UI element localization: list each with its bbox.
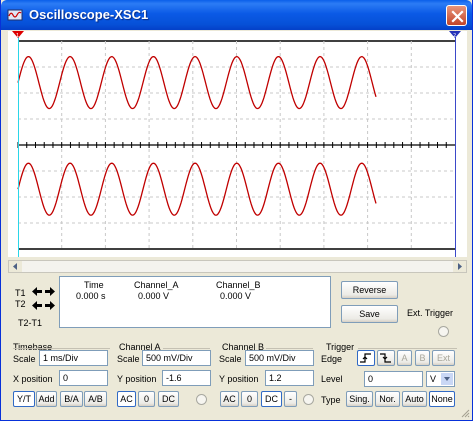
arrow-right-icon (458, 263, 462, 270)
scroll-right-button[interactable] (453, 261, 466, 272)
oscilloscope-window: Oscilloscope-XSC1 1 2 T1 T2 T2-T1 Time C… (0, 0, 473, 421)
trigger-type-normal-button[interactable]: Nor. (375, 391, 400, 407)
edge-label: Edge (321, 354, 343, 364)
t1-move-right-button[interactable] (44, 286, 56, 297)
t2-move-left-button[interactable] (31, 300, 43, 311)
readout-channel-a-value: 0.000 V (138, 291, 170, 301)
x-position-label: X position (13, 374, 53, 384)
channel-a-y-position-field[interactable]: -1.6 (162, 370, 211, 386)
readout-header-channel-b: Channel_B (216, 280, 261, 290)
reverse-button[interactable]: Reverse (341, 281, 398, 299)
t2-cursor-marker-icon[interactable]: 2 (449, 31, 461, 39)
close-button[interactable] (446, 5, 467, 26)
arrow-left-icon (13, 263, 17, 270)
trigger-level-unit-value: V (430, 374, 437, 384)
horizontal-scrollbar[interactable] (8, 260, 467, 273)
resize-grip-icon[interactable] (460, 408, 470, 418)
scope-screen[interactable]: 1 2 (8, 31, 467, 257)
trigger-type-none-button[interactable]: None (429, 391, 455, 407)
t1-cursor-marker-icon[interactable]: 1 (12, 31, 24, 39)
channel-b-scale-field[interactable]: 500 mV/Div (245, 350, 314, 366)
channel-a-y-position-label: Y position (117, 374, 157, 384)
channel-a-terminal[interactable] (196, 394, 207, 405)
chevron-down-icon (441, 373, 453, 385)
channel-b-y-position-label: Y position (219, 374, 259, 384)
arrow-left-icon (32, 301, 42, 310)
readout-header-channel-a: Channel_A (134, 280, 179, 290)
ext-trigger-terminal[interactable] (438, 326, 449, 337)
scope-display (17, 40, 455, 250)
t1-move-left-button[interactable] (31, 286, 43, 297)
arrow-right-icon (45, 287, 55, 296)
mode-ba-button[interactable]: B/A (60, 391, 83, 407)
ext-trigger-label: Ext. Trigger (407, 308, 454, 318)
channel-b-trace (17, 162, 377, 216)
trigger-source-ext-button[interactable]: Ext (432, 350, 455, 366)
trigger-title: Trigger (326, 342, 355, 352)
channel-a-zero-button[interactable]: 0 (138, 391, 155, 407)
channel-b-zero-button[interactable]: 0 (241, 391, 258, 407)
timebase-divider (13, 348, 110, 349)
channel-b-ac-button[interactable]: AC (220, 391, 239, 407)
title-bar[interactable]: Oscilloscope-XSC1 (1, 0, 472, 30)
save-button[interactable]: Save (341, 305, 398, 323)
mode-yt-button[interactable]: Y/T (13, 391, 35, 407)
channel-a-dc-button[interactable]: DC (158, 391, 179, 407)
mode-add-button[interactable]: Add (36, 391, 57, 407)
scroll-left-button[interactable] (9, 261, 22, 272)
svg-text:1: 1 (16, 33, 19, 39)
window-title: Oscilloscope-XSC1 (29, 7, 149, 22)
t1-label: T1 (15, 288, 26, 298)
channel-a-scale-field[interactable]: 500 mV/Div (142, 350, 211, 366)
timebase-scale-label: Scale (13, 354, 36, 364)
close-icon (451, 10, 464, 23)
cursor-t1-line[interactable] (18, 31, 19, 257)
trigger-source-b-button[interactable]: B (415, 350, 430, 366)
channel-b-divider (266, 348, 313, 349)
svg-text:2: 2 (453, 33, 456, 39)
channel-a-scale-label: Scale (117, 354, 140, 364)
channel-b-y-position-field[interactable]: 1.2 (265, 370, 314, 386)
readout-time-value: 0.000 s (76, 291, 106, 301)
x-position-field[interactable]: 0 (59, 370, 108, 386)
trigger-type-single-button[interactable]: Sing. (346, 391, 373, 407)
channel-a-trace (17, 55, 377, 110)
channel-a-divider (163, 348, 210, 349)
falling-edge-icon (380, 353, 391, 363)
readout-header-time: Time (84, 280, 104, 290)
level-label: Level (321, 374, 343, 384)
channel-b-invert-button[interactable]: - (284, 391, 297, 407)
cursor-readout: Time Channel_A Channel_B 0.000 s 0.000 V… (59, 276, 331, 328)
channel-b-dc-button[interactable]: DC (261, 391, 282, 407)
t2-label: T2 (15, 299, 26, 309)
rising-edge-icon (360, 353, 371, 363)
channel-a-ac-button[interactable]: AC (117, 391, 136, 407)
type-label: Type (321, 395, 341, 405)
trigger-type-auto-button[interactable]: Auto (402, 391, 427, 407)
arrow-left-icon (32, 287, 42, 296)
readout-channel-b-value: 0.000 V (220, 291, 252, 301)
t2-t1-label: T2-T1 (18, 318, 43, 328)
arrow-right-icon (45, 301, 55, 310)
trigger-divider (358, 348, 457, 349)
channel-b-terminal[interactable] (303, 394, 314, 405)
channel-b-scale-label: Scale (219, 354, 242, 364)
trigger-source-a-button[interactable]: A (397, 350, 412, 366)
falling-edge-button[interactable] (377, 350, 395, 366)
trigger-level-field[interactable]: 0 (364, 371, 423, 387)
oscilloscope-icon (7, 9, 23, 21)
timebase-scale-field[interactable]: 1 ms/Div (39, 350, 108, 366)
t2-move-right-button[interactable] (44, 300, 56, 311)
rising-edge-button[interactable] (357, 350, 375, 366)
mode-ab-button[interactable]: A/B (84, 391, 107, 407)
cursor-t2-line[interactable] (455, 31, 456, 257)
trigger-level-unit-select[interactable]: V (426, 371, 455, 387)
